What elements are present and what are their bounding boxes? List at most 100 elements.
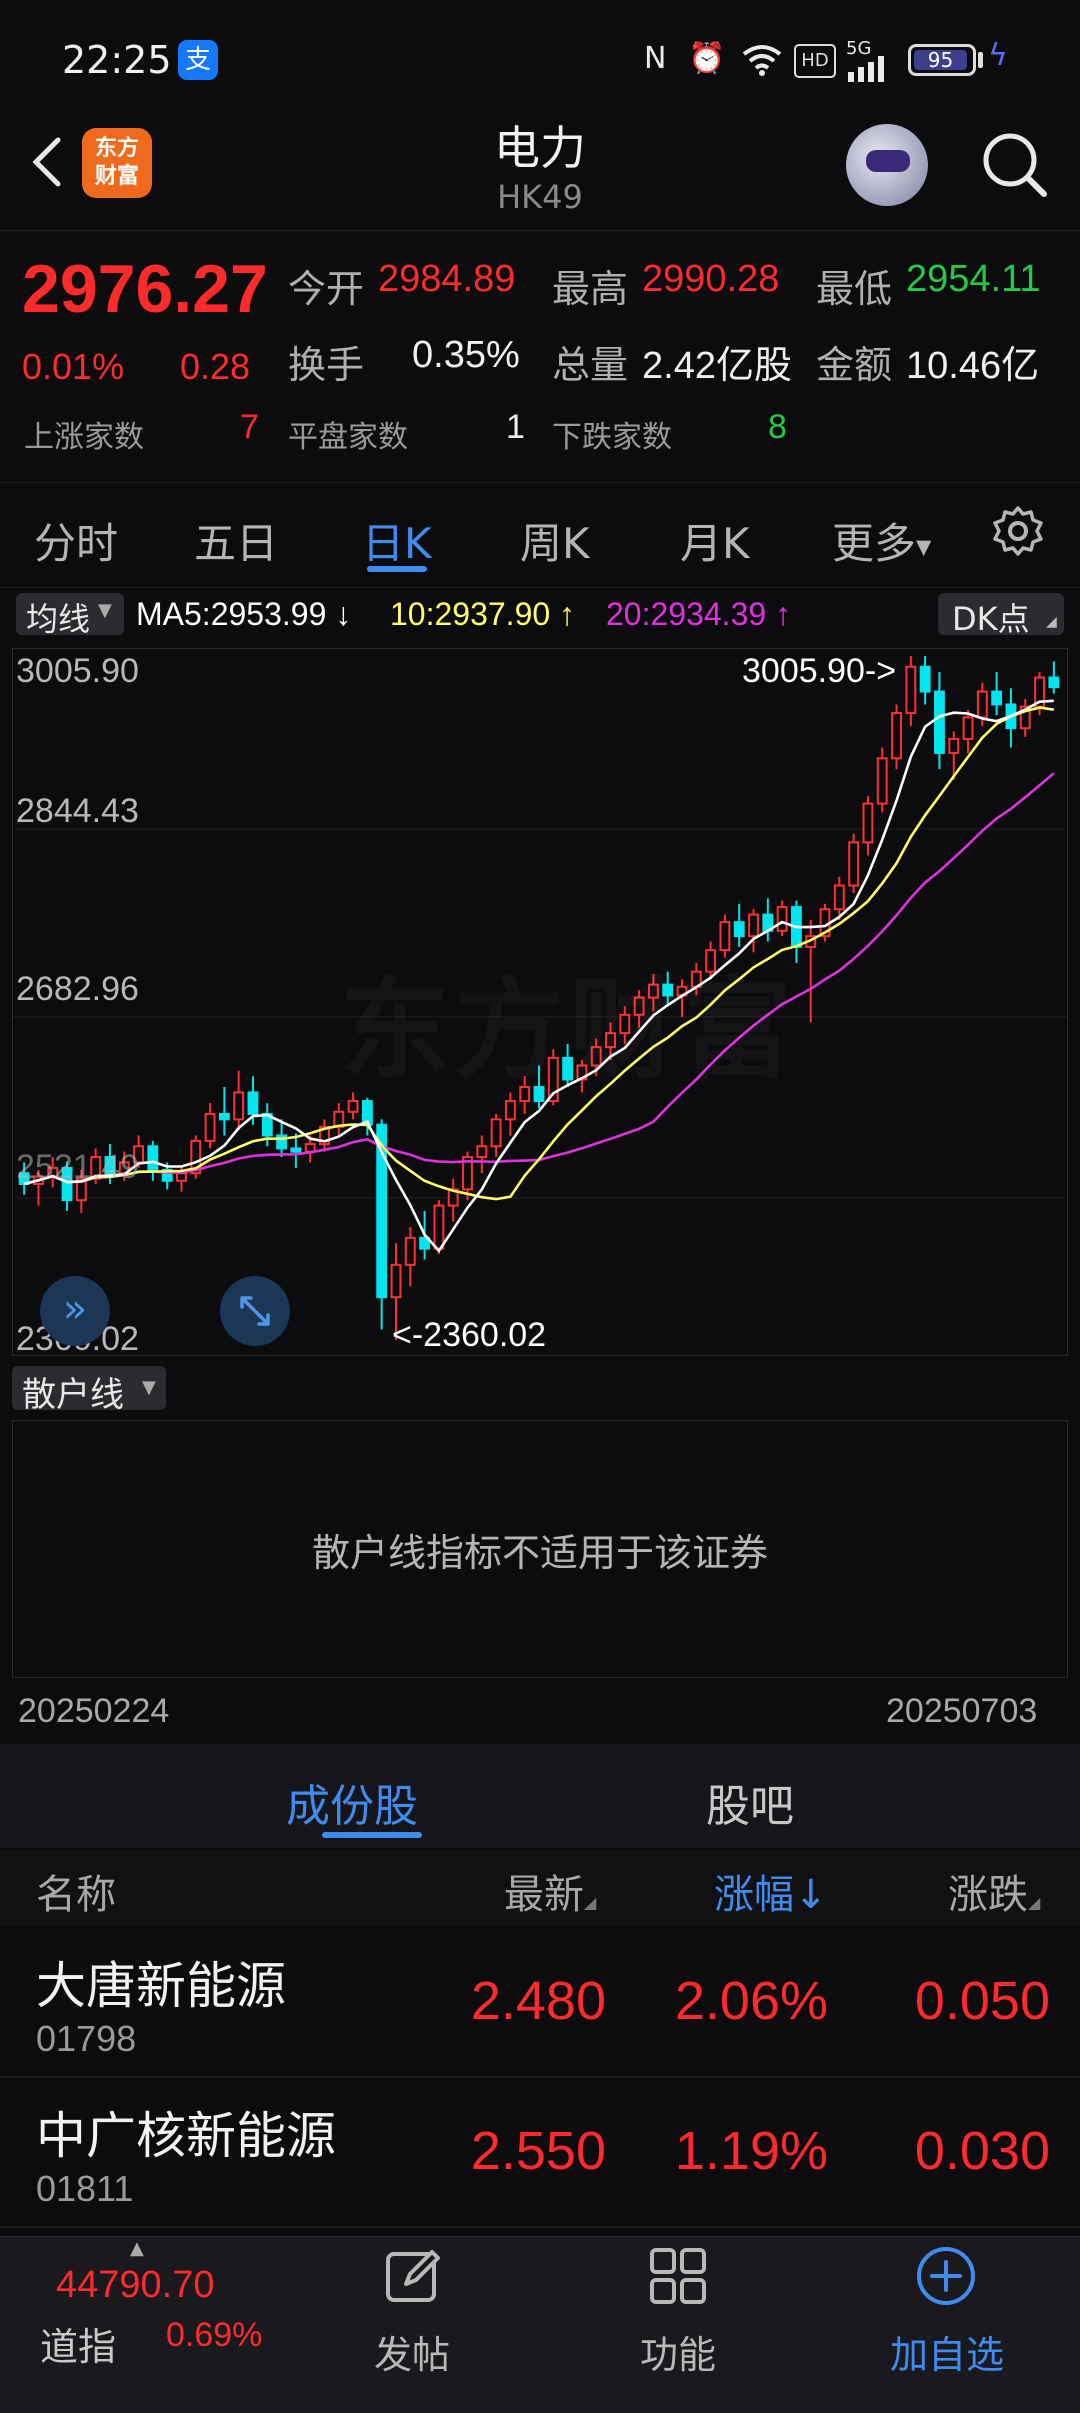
ma5-value: MA5:2953.99	[136, 596, 327, 632]
candle-down	[218, 1112, 230, 1121]
fast-forward-icon[interactable]: »	[40, 1276, 110, 1346]
tab-monthly-k[interactable]: 月K	[680, 510, 750, 571]
low-label: 最低	[816, 267, 893, 311]
unchanged-label: 平盘家数	[288, 420, 408, 455]
ma10-readout: 10:2937.90 ↑	[390, 596, 575, 633]
nav-add-watchlist[interactable]: 加自选	[890, 2324, 1004, 2379]
expand-up-icon[interactable]: ▲	[130, 2238, 144, 2259]
alarm-icon: ⏰	[688, 41, 726, 76]
candle-up	[504, 1100, 516, 1121]
candle-down	[733, 921, 745, 938]
decliners-label: 下跌家数	[552, 420, 672, 455]
status-time: 22:25	[62, 38, 172, 82]
tab-more-label: 更多	[832, 519, 917, 568]
min-price-marker: <-2360.02	[392, 1316, 547, 1354]
section-tab-bar	[0, 1744, 1080, 1848]
caret-down-icon: ▼	[142, 1377, 156, 1398]
row-change-pct: 2.06%	[674, 1971, 828, 2031]
search-icon[interactable]	[980, 130, 1050, 200]
nfc-icon: N	[644, 41, 667, 76]
tab-daily-k[interactable]: 日K	[362, 510, 432, 571]
row-latest: 2.550	[470, 2121, 606, 2181]
advancers-label: 上涨家数	[24, 420, 144, 455]
candle-up	[833, 884, 845, 911]
high-value: 2990.28	[642, 258, 780, 300]
candle-up	[347, 1100, 359, 1113]
row-stock-name: 中广核新能源	[36, 2107, 336, 2165]
row-change: 0.050	[914, 1971, 1050, 2031]
max-price-marker: 3005.90->	[742, 652, 897, 690]
candle-down	[1048, 676, 1060, 689]
caret-down-icon: ▼	[98, 600, 112, 621]
candle-up	[176, 1172, 187, 1182]
edit-icon[interactable]	[380, 2244, 444, 2308]
candle-up	[876, 757, 888, 805]
row-change-pct: 1.19%	[674, 2121, 828, 2181]
candle-up	[776, 906, 788, 932]
dk-point-label: DK点	[952, 600, 1030, 638]
last-price: 2976.27	[22, 251, 268, 327]
battery-tip	[978, 52, 983, 68]
y-tick-4: 2521.49	[16, 1148, 139, 1186]
column-change-label: 涨跌	[948, 1872, 1028, 1918]
advancers-count: 7	[240, 408, 259, 446]
column-change-pct-label: 涨幅	[714, 1872, 794, 1918]
y-tick-3: 2682.96	[16, 970, 139, 1008]
candle-up	[848, 841, 860, 887]
low-value: 2954.11	[906, 258, 1041, 300]
row-stock-name: 大唐新能源	[36, 1957, 286, 2015]
high-label: 最高	[552, 267, 629, 311]
dow-index-value[interactable]: 44790.70	[56, 2264, 215, 2307]
column-change-pct[interactable]: 涨幅↓	[714, 1862, 828, 1920]
volume-value: 2.42亿股	[642, 345, 792, 387]
candle-down	[290, 1147, 302, 1153]
row-stock-code: 01798	[36, 2018, 137, 2059]
tab-more[interactable]: 更多▼	[832, 510, 931, 571]
candle-up	[404, 1236, 416, 1266]
tab-intraday[interactable]: 分时	[34, 510, 118, 571]
candle-up	[390, 1263, 402, 1299]
alipay-app-icon: 支	[178, 40, 218, 80]
active-tab-indicator	[322, 1832, 422, 1838]
row-latest: 2.480	[470, 1971, 606, 2031]
x-axis-start-date: 20250224	[18, 1692, 170, 1730]
candle-up	[976, 690, 988, 719]
decliners-count: 8	[768, 408, 787, 446]
candle-up	[433, 1204, 445, 1250]
add-circle-icon[interactable]	[914, 2244, 978, 2308]
row-change: 0.030	[914, 2121, 1050, 2181]
candle-up	[962, 716, 974, 740]
gear-icon[interactable]	[992, 505, 1044, 557]
nav-functions[interactable]: 功能	[640, 2324, 716, 2379]
row-stock-code: 01811	[36, 2168, 134, 2209]
candle-up	[948, 737, 960, 754]
tab-weekly-k[interactable]: 周K	[520, 510, 590, 571]
robot-visor	[866, 150, 910, 172]
tab-forum[interactable]: 股吧	[706, 1770, 794, 1834]
expand-icon[interactable]	[220, 1276, 290, 1346]
column-latest[interactable]: 最新◢	[504, 1862, 596, 1920]
column-change[interactable]: 涨跌◢	[948, 1862, 1040, 1920]
tab-components[interactable]: 成份股	[286, 1770, 418, 1834]
corner-triangle-icon: ◢	[1046, 614, 1057, 630]
candle-up	[748, 913, 759, 938]
dow-index-label[interactable]: 道指	[40, 2316, 116, 2371]
open-value: 2984.89	[378, 258, 516, 300]
ma5-arrow: ↓	[335, 596, 352, 632]
hd-icon: HD	[794, 44, 836, 78]
nav-post[interactable]: 发帖	[374, 2324, 450, 2379]
candle-up	[204, 1112, 216, 1142]
x-axis-end-date: 20250703	[886, 1692, 1038, 1730]
dow-index-change: 0.69%	[166, 2316, 263, 2354]
sort-icon: ◢	[1028, 1893, 1041, 1912]
grid-icon[interactable]	[646, 2244, 710, 2308]
candle-up	[905, 665, 917, 715]
turnover-value: 0.35%	[412, 334, 520, 376]
candle-up	[490, 1118, 502, 1148]
tab-five-day[interactable]: 五日	[194, 510, 278, 571]
watermark: 东方财富	[340, 940, 796, 1100]
y-tick-top: 3005.90	[16, 652, 139, 690]
ma5-readout: MA5:2953.99 ↓	[136, 596, 351, 633]
amount-value: 10.46亿	[906, 345, 1040, 387]
sub-indicator-message: 散户线指标不适用于该证券	[311, 1531, 768, 1575]
